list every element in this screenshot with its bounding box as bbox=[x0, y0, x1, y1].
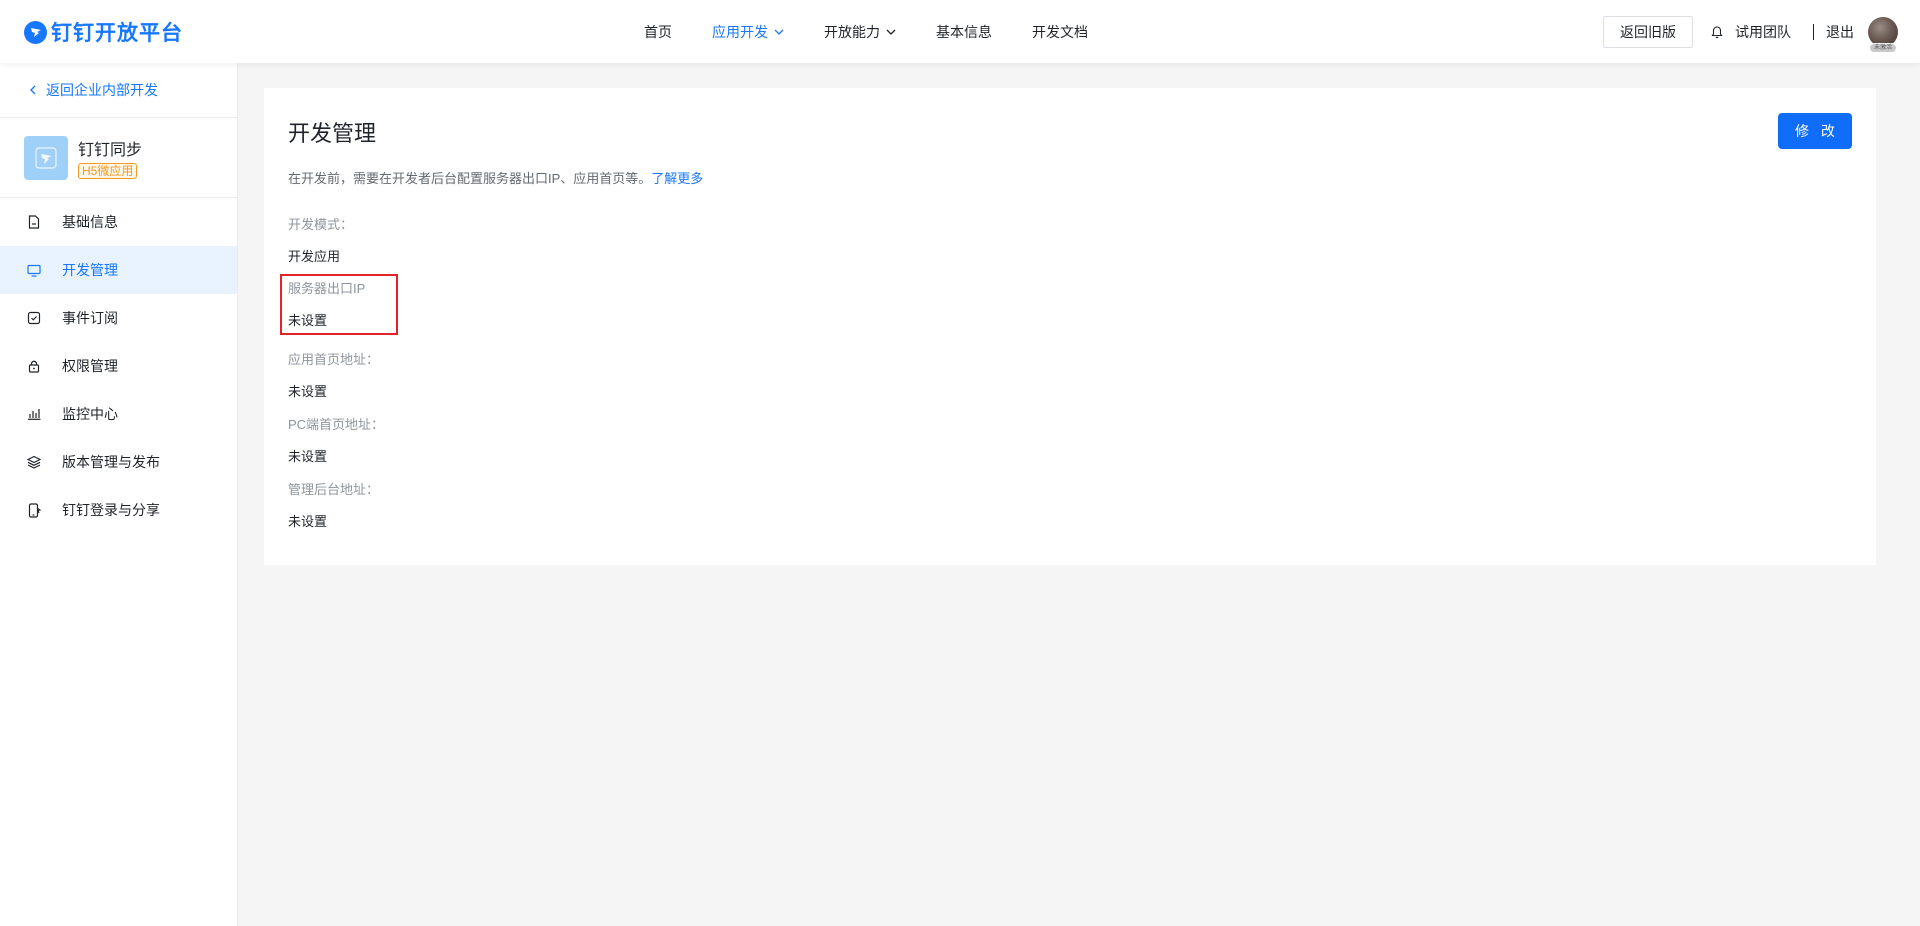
sidebar-item-event-subscription[interactable]: 事件订阅 bbox=[0, 294, 237, 342]
description-text: 在开发前，需要在开发者后台配置服务器出口IP、应用首页等。 bbox=[288, 171, 652, 186]
field-label: PC端首页地址： bbox=[288, 417, 385, 432]
sidebar-item-basic-info[interactable]: 基础信息 bbox=[0, 198, 237, 246]
brand-name: 钉钉开放平台 bbox=[51, 22, 183, 45]
field-label: 管理后台地址： bbox=[288, 482, 380, 497]
sidebar-menu: 基础信息 开发管理 事件订阅 权限管理 监控中心 版本管理与发布 钉钉登录与分享 bbox=[0, 198, 237, 534]
sidebar-item-version-release[interactable]: 版本管理与发布 bbox=[0, 438, 237, 486]
dev-management-card: 开发管理 修 改 在开发前，需要在开发者后台配置服务器出口IP、应用首页等。了解… bbox=[264, 88, 1876, 565]
field-value: 未设置 bbox=[288, 384, 328, 399]
field-admin-backend: 管理后台地址： 未设置 bbox=[288, 479, 379, 530]
page-description: 在开发前，需要在开发者后台配置服务器出口IP、应用首页等。了解更多 bbox=[288, 168, 703, 187]
logout-link[interactable]: 退出 bbox=[1826, 22, 1854, 42]
nav-item-label: 基本信息 bbox=[936, 23, 992, 40]
field-value: 开发应用 bbox=[288, 249, 341, 264]
field-app-homepage: 应用首页地址： 未设置 bbox=[288, 349, 379, 400]
app-type-badge: H5微应用 bbox=[78, 162, 138, 179]
chevron-down-icon bbox=[774, 29, 784, 35]
sidebar-item-monitoring[interactable]: 监控中心 bbox=[0, 390, 237, 438]
field-dev-mode: 开发模式： 开发应用 bbox=[288, 214, 353, 265]
field-label: 开发模式： bbox=[288, 217, 354, 232]
field-pc-homepage: PC端首页地址： 未设置 bbox=[288, 414, 384, 465]
field-label: 应用首页地址： bbox=[288, 352, 380, 367]
nav-item-home[interactable]: 首页 bbox=[644, 22, 672, 42]
sidebar-item-login-share[interactable]: 钉钉登录与分享 bbox=[0, 486, 237, 534]
nav-item-label: 首页 bbox=[644, 23, 672, 40]
app-info: 钉钉同步 H5微应用 bbox=[0, 118, 237, 198]
bar-chart-icon bbox=[26, 406, 42, 422]
field-value: 未设置 bbox=[288, 449, 328, 464]
sidebar-item-dev-management[interactable]: 开发管理 bbox=[0, 246, 237, 294]
team-name: 试用团队 bbox=[1735, 24, 1791, 40]
back-link-label: 返回企业内部开发 bbox=[46, 82, 158, 98]
nav-item-basic-info[interactable]: 基本信息 bbox=[936, 22, 992, 42]
nav-item-label: 应用开发 bbox=[712, 23, 768, 40]
field-value: 未设置 bbox=[288, 313, 328, 328]
main-nav: 首页 应用开发 开放能力 基本信息 开发文档 bbox=[644, 0, 1128, 63]
lock-icon bbox=[26, 358, 42, 374]
learn-more-link[interactable]: 了解更多 bbox=[651, 171, 703, 186]
return-old-version-button[interactable]: 返回旧版 bbox=[1603, 16, 1693, 48]
edit-button[interactable]: 修 改 bbox=[1778, 113, 1852, 149]
team-switcher[interactable]: 试用团队 bbox=[1711, 22, 1791, 42]
nav-item-app-dev[interactable]: 应用开发 bbox=[712, 22, 784, 42]
sidebar-item-label: 事件订阅 bbox=[62, 310, 118, 326]
back-to-internal-dev-link[interactable]: 返回企业内部开发 bbox=[0, 63, 237, 118]
avatar-status-badge: 未激活 bbox=[1869, 43, 1897, 53]
brand[interactable]: 钉钉开放平台 bbox=[24, 20, 183, 45]
sidebar-item-label: 基础信息 bbox=[62, 214, 118, 230]
monitor-icon bbox=[26, 262, 42, 278]
nav-item-label: 开发文档 bbox=[1032, 23, 1088, 40]
chevron-down-icon bbox=[886, 29, 896, 35]
bell-icon bbox=[1711, 25, 1723, 39]
calendar-check-icon bbox=[26, 310, 42, 326]
field-label: 服务器出口IP bbox=[288, 281, 366, 296]
chevron-left-icon bbox=[30, 85, 36, 95]
document-icon bbox=[26, 214, 42, 230]
avatar[interactable]: 未激活 bbox=[1868, 17, 1898, 53]
sidebar-item-label: 钉钉登录与分享 bbox=[62, 502, 160, 518]
dingtalk-logo-icon bbox=[24, 20, 47, 44]
app-icon bbox=[24, 135, 68, 180]
nav-item-docs[interactable]: 开发文档 bbox=[1032, 22, 1088, 42]
phone-share-icon bbox=[26, 502, 42, 518]
sidebar: 返回企业内部开发 钉钉同步 H5微应用 基础信息 开发管理 事件订阅 权限管理 … bbox=[0, 63, 238, 926]
sidebar-item-label: 开发管理 bbox=[62, 262, 118, 278]
nav-item-label: 开放能力 bbox=[824, 23, 880, 40]
layers-icon bbox=[26, 454, 42, 470]
nav-item-open-capability[interactable]: 开放能力 bbox=[824, 22, 896, 42]
sidebar-item-label: 版本管理与发布 bbox=[62, 454, 160, 470]
sidebar-item-label: 权限管理 bbox=[62, 358, 118, 374]
field-server-egress-ip: 服务器出口IP 未设置 bbox=[288, 278, 365, 329]
top-navigation-bar: 钉钉开放平台 首页 应用开发 开放能力 基本信息 开发文档 返回旧版 试用团队 … bbox=[0, 0, 1920, 63]
sidebar-item-permissions[interactable]: 权限管理 bbox=[0, 342, 237, 390]
app-meta: 钉钉同步 H5微应用 bbox=[78, 136, 142, 180]
app-name: 钉钉同步 bbox=[78, 141, 143, 159]
sidebar-item-label: 监控中心 bbox=[62, 406, 118, 422]
field-value: 未设置 bbox=[288, 514, 328, 529]
divider bbox=[1813, 24, 1814, 40]
page-title: 开发管理 bbox=[288, 121, 377, 146]
header-actions: 返回旧版 试用团队 退出 未激活 bbox=[1603, 16, 1898, 53]
